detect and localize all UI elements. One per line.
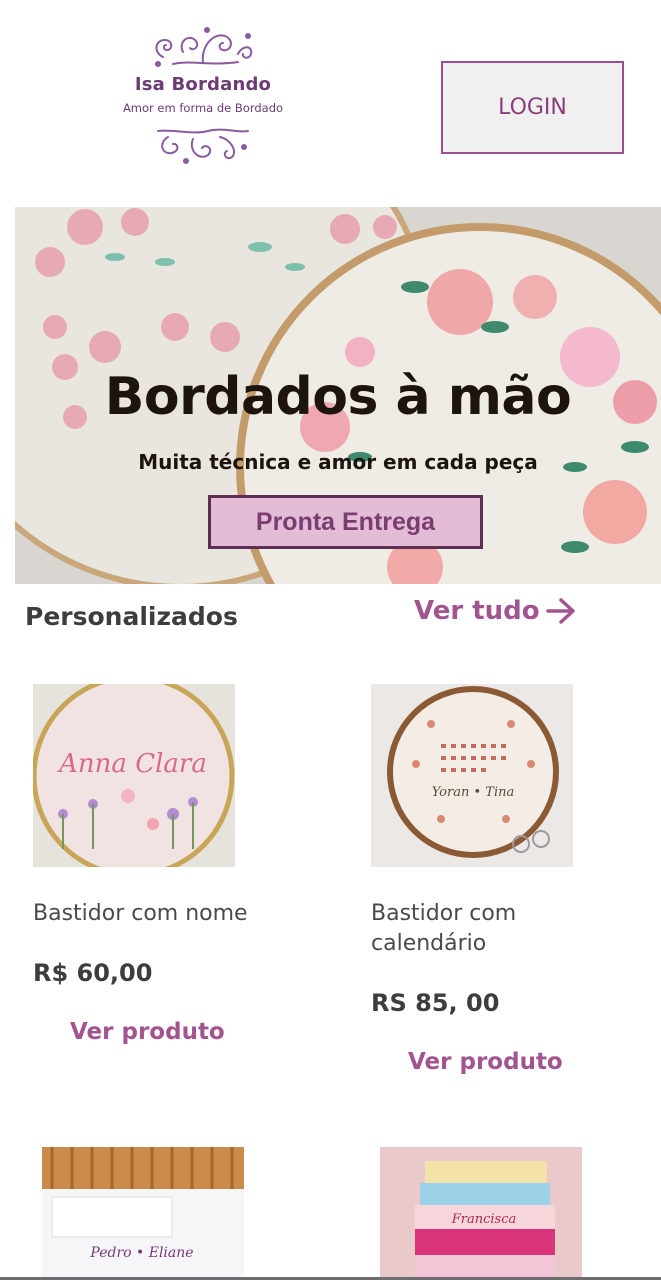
hero-banner: Bordados à mão Muita técnica e amor em c… xyxy=(15,207,661,584)
see-all-label: Ver tudo xyxy=(414,596,540,626)
brand-logo[interactable]: Isa Bordando Amor em forma de Bordado xyxy=(108,22,298,182)
product-name: Bastidor com calendário xyxy=(371,901,517,956)
swirl-ornament-icon xyxy=(157,128,249,164)
login-button[interactable]: LOGIN xyxy=(441,61,624,154)
product-card[interactable]: Yoran • Tina Bastidor com calendário RS … xyxy=(371,684,651,1075)
view-product-link[interactable]: Ver produto xyxy=(408,1049,651,1075)
swirl-ornament-icon xyxy=(155,27,253,67)
product-image[interactable]: Yoran • Tina xyxy=(371,684,573,867)
hero-subtitle: Muita técnica e amor em cada peça xyxy=(138,450,538,474)
embroidery-text: Yoran • Tina xyxy=(432,785,515,800)
arrow-right-icon xyxy=(545,598,575,624)
see-all-link[interactable]: Ver tudo xyxy=(414,596,576,626)
product-price: R$ 60,00 xyxy=(33,959,153,987)
logo-tagline: Amor em forma de Bordado xyxy=(122,101,284,115)
product-price: RS 85, 00 xyxy=(371,989,500,1017)
product-image[interactable]: Anna Clara xyxy=(33,684,235,867)
product-image[interactable]: Francisca xyxy=(380,1147,582,1280)
product-card[interactable]: Anna Clara Bastidor com nome R$ 60,00 Ve… xyxy=(33,684,313,1045)
hero-title: Bordados à mão xyxy=(104,367,572,427)
product-name: Bastidor com nome xyxy=(33,901,248,926)
view-product-link[interactable]: Ver produto xyxy=(70,1019,313,1045)
section-title: Personalizados xyxy=(25,602,238,631)
ready-delivery-button[interactable]: Pronta Entrega xyxy=(208,495,483,549)
site-header: Isa Bordando Amor em forma de Bordado LO… xyxy=(0,0,661,207)
embroidery-text: Pedro • Eliane xyxy=(89,1245,193,1261)
embroidery-text: Francisca xyxy=(451,1212,517,1227)
embroidery-text: Anna Clara xyxy=(57,749,207,779)
product-image[interactable]: Pedro • Eliane xyxy=(42,1147,244,1280)
logo-name: Isa Bordando xyxy=(134,74,272,95)
